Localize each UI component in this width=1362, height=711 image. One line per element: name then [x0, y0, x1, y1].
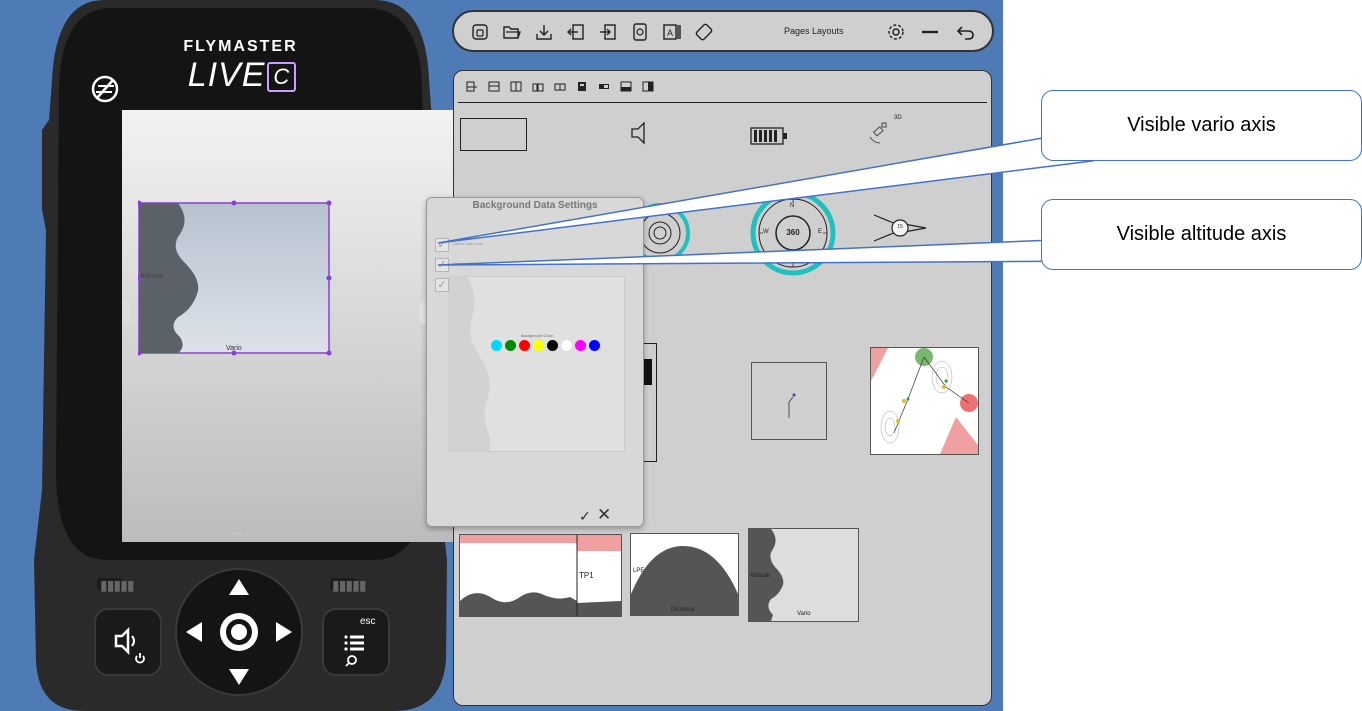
callout-altitude-axis: Visible altitude axis	[1041, 199, 1362, 270]
callout-vario-axis: Visible vario axis	[1041, 90, 1362, 161]
